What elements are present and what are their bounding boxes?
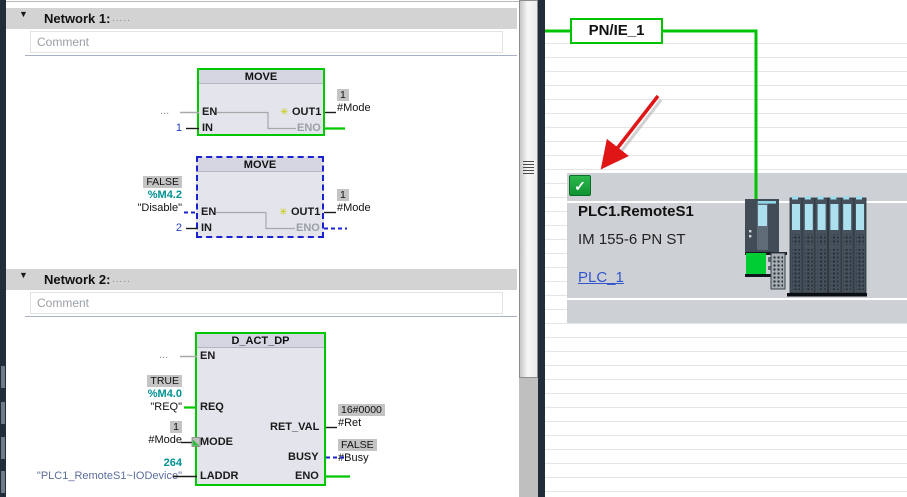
monitor-value-badge: FALSE <box>143 176 182 188</box>
en-operand[interactable]: ... <box>159 349 168 361</box>
comment-placeholder: Comment <box>37 35 90 49</box>
pin-en[interactable]: EN <box>202 106 217 118</box>
busy-operand[interactable]: FALSE #Busy <box>338 439 377 465</box>
pin-en[interactable]: EN <box>200 350 215 362</box>
scrollbar-thumb[interactable] <box>519 0 538 378</box>
pin-req[interactable]: REQ <box>200 401 224 413</box>
req-operand[interactable]: TRUE %M4.0 "REQ" <box>60 375 182 414</box>
block-title: D_ACT_DP <box>197 334 324 348</box>
collapse-triangle-icon[interactable] <box>19 269 31 281</box>
monitor-value-badge: 1 <box>337 89 349 101</box>
collapsed-pane-tab[interactable] <box>1 437 5 459</box>
divider <box>25 316 517 317</box>
collapsed-pane-tab[interactable] <box>1 471 5 493</box>
monitor-value-badge: TRUE <box>147 375 182 387</box>
tia-portal-workspace: Network 1: ..... Comment MOVE EN IN OUT1… <box>0 0 907 497</box>
block-title: MOVE <box>199 70 323 84</box>
en-operand[interactable]: ... <box>160 105 169 117</box>
tag-name[interactable]: "REQ" <box>150 401 182 413</box>
pin-busy[interactable]: BUSY <box>288 451 319 463</box>
monitor-value-badge: 16#0000 <box>338 404 385 416</box>
en-operand[interactable]: FALSE %M4.2 "Disable" <box>60 176 182 215</box>
network-1-header[interactable]: Network 1: ..... <box>6 8 517 29</box>
pin-out1[interactable]: OUT1 <box>292 106 321 118</box>
pin-en[interactable]: EN <box>201 206 216 218</box>
scrollbar-grip-icon <box>523 161 534 174</box>
network-view-panel: PN/IE_1 PLC1.RemoteS1 IM 155-6 PN ST PLC… <box>545 0 907 497</box>
tag-name[interactable]: #Ret <box>338 417 361 429</box>
vertical-scrollbar[interactable] <box>519 0 538 497</box>
red-annotation-arrow <box>600 94 663 170</box>
network-title: Network 1: <box>44 11 111 26</box>
in-operand[interactable]: 2 <box>150 222 182 234</box>
network-1-comment[interactable]: Comment <box>30 31 503 53</box>
block-title: MOVE <box>198 158 322 172</box>
pin-eno[interactable]: ENO <box>296 222 320 234</box>
monitor-value-badge: 1 <box>170 421 182 433</box>
pin-laddr[interactable]: LADDR <box>200 470 239 482</box>
collapsed-pane-tab[interactable] <box>1 366 5 388</box>
tag-address: 264 <box>163 457 182 469</box>
pin-eno[interactable]: ENO <box>295 470 319 482</box>
tag-address: %M4.0 <box>147 388 182 400</box>
pin-in[interactable]: IN <box>201 222 212 234</box>
panel-divider[interactable] <box>538 0 545 497</box>
mode-operand[interactable]: 1 #Mode <box>60 421 182 447</box>
network-2-comment[interactable]: Comment <box>30 292 503 314</box>
tag-name[interactable]: #Mode <box>337 202 371 214</box>
program-editor-panel: Network 1: ..... Comment MOVE EN IN OUT1… <box>0 0 519 497</box>
pin-out1[interactable]: OUT1 <box>291 206 320 218</box>
tag-address: %M4.2 <box>147 189 182 201</box>
tag-name[interactable]: "PLC1_RemoteS1~IODevice" <box>37 470 182 482</box>
out1-operand[interactable]: 1 #Mode <box>337 189 371 215</box>
modify-value-icon <box>279 207 291 218</box>
comment-placeholder: Comment <box>37 296 90 310</box>
pin-ret-val[interactable]: RET_VAL <box>270 421 319 433</box>
pin-mode[interactable]: MODE <box>200 436 233 448</box>
modify-value-icon <box>280 107 292 118</box>
tag-name[interactable]: "Disable" <box>138 202 183 214</box>
network-title: Network 2: <box>44 272 111 287</box>
monitor-value-badge: FALSE <box>338 439 377 451</box>
ret-val-operand[interactable]: 16#0000 #Ret <box>338 404 385 430</box>
tag-name[interactable]: #Mode <box>337 102 371 114</box>
out1-operand[interactable]: 1 #Mode <box>337 89 371 115</box>
in-operand[interactable]: 1 <box>150 122 182 134</box>
network-title-dots: ..... <box>112 274 131 285</box>
collapsed-pane-tab[interactable] <box>1 402 5 424</box>
divider <box>25 55 517 56</box>
tag-name[interactable]: #Busy <box>338 452 369 464</box>
collapse-triangle-icon[interactable] <box>19 8 31 20</box>
pin-in[interactable]: IN <box>202 122 213 134</box>
laddr-operand[interactable]: 264 "PLC1_RemoteS1~IODevice" <box>0 457 182 483</box>
tag-name[interactable]: #Mode <box>148 434 182 446</box>
network-title-dots: ..... <box>112 13 131 24</box>
network-2-header[interactable]: Network 2: ..... <box>6 269 517 290</box>
pin-eno[interactable]: ENO <box>297 122 321 134</box>
divider <box>0 1 519 2</box>
monitor-value-badge: 1 <box>337 189 349 201</box>
